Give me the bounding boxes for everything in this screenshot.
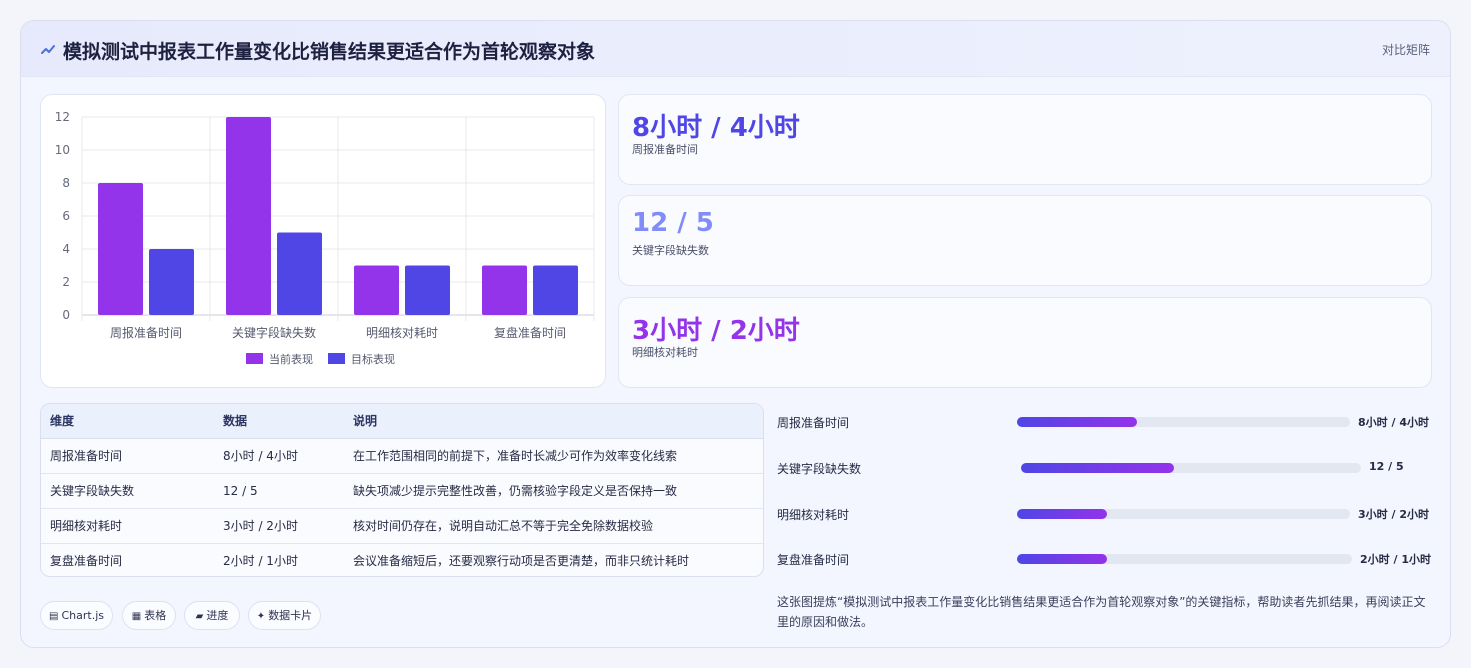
card-header: 模拟测试中报表工作量变化比销售结果更适合作为首轮观察对象 对比矩阵 [21, 21, 1450, 77]
zigzag-icon [41, 45, 55, 54]
report-card: 模拟测试中报表工作量变化比销售结果更适合作为首轮观察对象 对比矩阵 0 2 4 6 8 1… [20, 20, 1451, 648]
column-header: 维度 [41, 404, 214, 439]
sparkle-icon: ✦ [256, 611, 266, 622]
progress-label: 关键字段缺失数 [777, 462, 862, 476]
bar [533, 265, 578, 315]
progress-row: 明细核对耗时 3小时 / 2小时 [777, 504, 1437, 524]
progress-track [1017, 509, 1350, 519]
table-cell: 复盘准备时间 [50, 554, 123, 569]
table-row: 明细核对耗时 3小时 / 2小时 核对时间仍存在，说明自动汇总不等于完全免除数据… [41, 508, 763, 544]
tag-chartjs[interactable]: ▤ Chart.js [40, 601, 113, 630]
progress-track [1017, 554, 1352, 564]
bar-chart-panel: 0 2 4 6 8 10 12 周报准备时间 关键字段缺失数 明细核对耗时 复盘准备时间当前表现 目标… [40, 94, 606, 388]
tag-table[interactable]: ▦ 表格 [122, 601, 176, 630]
metric-value: 3小时 / 2小时 [632, 316, 800, 346]
tag-label: 数据卡片 [268, 609, 313, 622]
tag-label: 进度 [206, 609, 229, 622]
progress-value: 12 / 5 [1369, 460, 1404, 473]
progress-value: 2小时 / 1小时 [1360, 553, 1431, 566]
progress-label: 周报准备时间 [777, 416, 850, 430]
progress-value: 8小时 / 4小时 [1358, 416, 1429, 429]
x-tick-label: 复盘准备时间 [494, 325, 566, 340]
progress-fill [1017, 417, 1137, 427]
metric-value: 12 / 5 [632, 208, 714, 238]
table-cell: 2小时 / 1小时 [223, 554, 298, 569]
table-row: 周报准备时间 8小时 / 4小时 在工作范围相同的前提下，准备时长减少可作为效率… [41, 438, 763, 474]
y-tick-label: 12 [55, 110, 70, 124]
column-header: 数据 [214, 404, 344, 439]
x-tick-label: 明细核对耗时 [366, 326, 438, 340]
y-tick-label: 0 [62, 308, 70, 322]
table-cell: 3小时 / 2小时 [214, 508, 344, 544]
table-cell: 8小时 / 4小时 [214, 438, 344, 474]
y-tick-label: 2 [62, 275, 70, 289]
metric-label: 关键字段缺失数 [632, 244, 709, 257]
tag-progress[interactable]: ▰ 进度 [184, 601, 240, 630]
y-tick-label: 4 [62, 242, 70, 256]
progress-row: 关键字段缺失数 12 / 5 [777, 458, 1437, 478]
metric-card-detail-check: 3小时 / 2小时 明细核对耗时 [618, 297, 1432, 388]
progress-row: 周报准备时间 8小时 / 4小时 [777, 412, 1437, 432]
tag-data-cards[interactable]: ✦ 数据卡片 [248, 601, 321, 630]
bar [354, 265, 399, 315]
bar [482, 265, 527, 315]
summary-text: 这张图提炼“模拟测试中报表工作量变化比销售结果更适合作为首轮观察对象”的关键指标… [777, 595, 1426, 629]
chart-icon: ▤ [49, 611, 59, 622]
table-cell: 关键字段缺失数 [41, 473, 214, 509]
progress-value: 3小时 / 2小时 [1358, 508, 1429, 521]
table-row: 复盘准备时间 2小时 / 1小时 会议准备缩短后，还要观察行动项是否更清楚，而非… [41, 543, 763, 576]
page-title: 模拟测试中报表工作量变化比销售结果更适合作为首轮观察对象 [63, 41, 596, 63]
bar [226, 117, 271, 315]
data-table-panel: 维度 数据 说明 周报准备时间 8小时 / 4小时 在工作范围相同的前提下，准备… [40, 403, 764, 577]
table-cell: 在工作范围相同的前提下，准备时长减少可作为效率变化线索 [344, 438, 763, 474]
table-cell: 12 / 5 [214, 473, 344, 509]
y-tick-label: 8 [62, 176, 70, 190]
comparison-matrix-link[interactable]: 对比矩阵 [1382, 41, 1430, 58]
x-tick-label: 周报准备时间 [110, 325, 182, 340]
tag-label: Chart.js [61, 609, 104, 622]
x-tick-label: 关键字段缺失数 [232, 325, 316, 340]
table-cell: 缺失项减少提示完整性改善，仍需核验字段定义是否保持一致 [344, 473, 763, 509]
progress-fill [1017, 509, 1107, 519]
progress-row: 复盘准备时间 2小时 / 1小时 [777, 549, 1437, 569]
y-tick-label: 6 [62, 209, 70, 223]
table-header-row: 维度 数据 说明 [41, 404, 763, 439]
table-cell: 会议准备缩短后，还要观察行动项是否更清楚，而非只统计耗时 [353, 554, 690, 569]
progress-fill [1017, 554, 1108, 564]
metric-card-weekly-prep: 8小时 / 4小时 周报准备时间 [618, 94, 1432, 185]
progress-fill [1021, 463, 1174, 473]
metric-label: 周报准备时间 [632, 143, 698, 156]
bar [149, 249, 194, 315]
legend-label: 目标表现 [351, 352, 395, 366]
column-header: 说明 [344, 404, 763, 439]
table-cell: 明细核对耗时 [41, 508, 214, 544]
bar-chart: 0 2 4 6 8 10 12 周报准备时间 关键字段缺失数 明细核对耗时 复盘准备时间当前表现 目标… [55, 110, 595, 366]
bar [405, 265, 450, 315]
progress-track [1017, 417, 1350, 427]
bar [277, 232, 322, 315]
table-cell: 核对时间仍存在，说明自动汇总不等于完全免除数据校验 [344, 508, 763, 544]
legend-swatch [328, 353, 345, 364]
bar [98, 183, 143, 315]
progress-label: 复盘准备时间 [777, 553, 850, 567]
progress-label: 明细核对耗时 [777, 508, 850, 522]
progress-icon: ▰ [195, 611, 204, 622]
table-cell: 周报准备时间 [41, 438, 214, 474]
metric-label: 明细核对耗时 [632, 346, 698, 359]
legend-label: 当前表现 [269, 352, 313, 366]
tag-label: 表格 [144, 609, 167, 622]
progress-track [1021, 463, 1361, 473]
metric-card-missing-fields: 12 / 5 关键字段缺失数 [618, 195, 1432, 286]
y-tick-label: 10 [55, 143, 70, 157]
metric-value: 8小时 / 4小时 [632, 113, 800, 143]
table-icon: ▦ [131, 611, 142, 622]
table-row: 关键字段缺失数 12 / 5 缺失项减少提示完整性改善，仍需核验字段定义是否保持… [41, 473, 763, 509]
legend-swatch [246, 353, 263, 364]
data-table: 维度 数据 说明 周报准备时间 8小时 / 4小时 在工作范围相同的前提下，准备… [41, 404, 763, 576]
